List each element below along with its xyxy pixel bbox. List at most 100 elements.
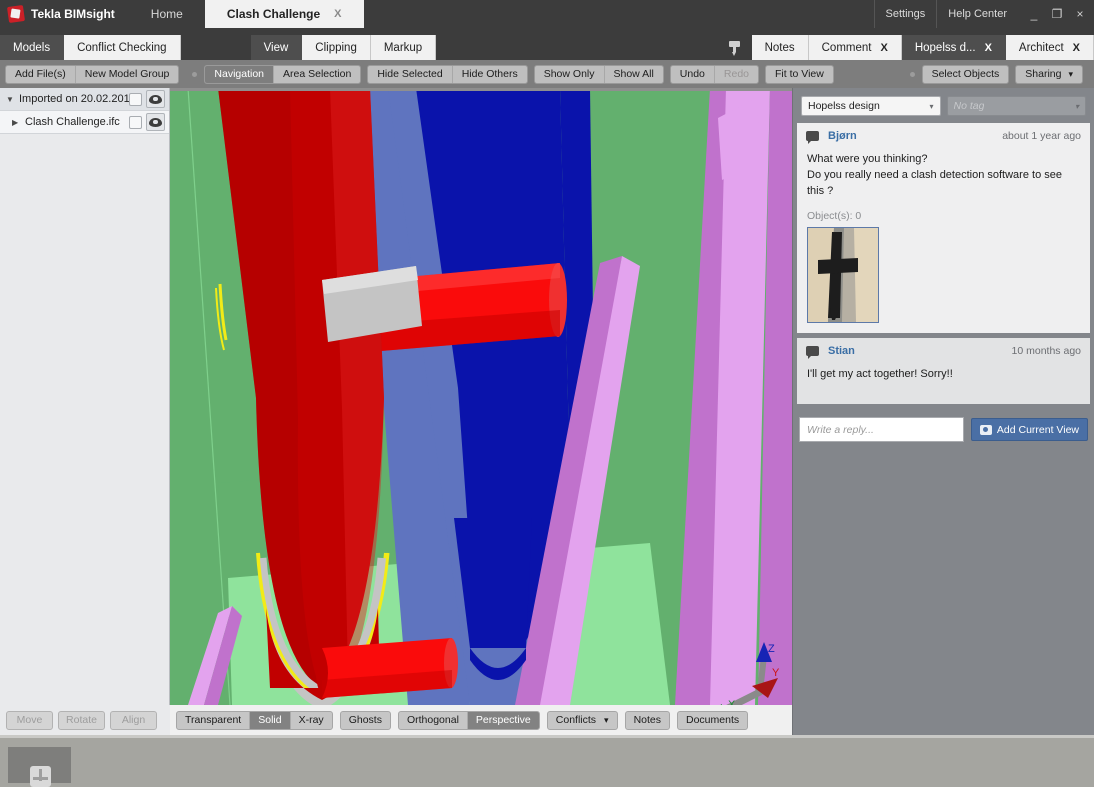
- tab-conflict-checking[interactable]: Conflict Checking: [64, 35, 181, 60]
- window-controls: _ ❐ ×: [1018, 0, 1094, 28]
- tree-item-imported-group[interactable]: ▼ Imported on 20.02.2012: [0, 88, 169, 111]
- perspective-label: Perspective: [475, 714, 531, 726]
- visibility-checkbox[interactable]: [129, 92, 142, 106]
- tab-hopeless-design-label: Hopelss d...: [914, 41, 976, 54]
- show-only-button[interactable]: Show Only: [535, 65, 605, 83]
- undo-button[interactable]: Undo: [671, 65, 715, 83]
- comment-item[interactable]: Stian 10 months ago I'll get my act toge…: [797, 338, 1090, 404]
- orthogonal-label: Orthogonal: [406, 714, 459, 726]
- settings-label: Settings: [885, 8, 926, 20]
- pin-icon: [728, 40, 741, 56]
- documents-button[interactable]: Documents: [678, 712, 747, 729]
- help-center-button[interactable]: Help Center: [936, 0, 1018, 28]
- taskbar-item[interactable]: [8, 747, 71, 787]
- ribbon-left-group: Models Conflict Checking: [0, 28, 181, 60]
- solid-label: Solid: [258, 714, 282, 726]
- tab-markup[interactable]: Markup: [370, 35, 437, 60]
- tag-select-value: No tag: [953, 100, 985, 112]
- xray-button[interactable]: X-ray: [291, 712, 332, 729]
- comment-author[interactable]: Stian: [828, 345, 855, 357]
- show-all-button[interactable]: Show All: [605, 66, 663, 83]
- notes-button[interactable]: Notes: [626, 712, 669, 729]
- taskbar-top-edge: [0, 735, 1094, 738]
- tag-select[interactable]: No tag ▾: [946, 96, 1086, 116]
- hide-selected-button[interactable]: Hide Selected: [368, 65, 453, 83]
- area-selection-button[interactable]: Area Selection: [274, 66, 360, 83]
- close-icon[interactable]: X: [334, 8, 341, 20]
- redo-button: Redo: [715, 66, 758, 83]
- hide-others-label: Hide Others: [461, 68, 518, 80]
- hide-others-button[interactable]: Hide Others: [453, 66, 527, 83]
- tab-architect-label: Architect: [1018, 41, 1064, 54]
- reply-input[interactable]: Write a reply...: [799, 417, 964, 442]
- settings-button[interactable]: Settings: [873, 0, 937, 28]
- redo-label: Redo: [723, 68, 749, 80]
- tab-view-label: View: [263, 41, 289, 54]
- main-toolbar: Add File(s) New Model Group Navigation A…: [0, 60, 1094, 88]
- view-mode-toolbar: Transparent Solid X-ray Ghosts Orthogona…: [170, 705, 792, 735]
- tree-item-label: Clash Challenge.ifc: [25, 116, 120, 128]
- close-icon[interactable]: X: [880, 42, 887, 54]
- eye-icon[interactable]: [146, 90, 165, 108]
- tab-comment[interactable]: Comment X: [808, 35, 902, 60]
- ghosts-label: Ghosts: [348, 714, 382, 726]
- solid-button[interactable]: Solid: [250, 711, 291, 729]
- perspective-button[interactable]: Perspective: [467, 711, 539, 729]
- os-taskbar: [0, 735, 1094, 787]
- new-model-group-button[interactable]: New Model Group: [76, 66, 179, 83]
- close-icon[interactable]: X: [1073, 42, 1080, 54]
- minimize-icon[interactable]: _: [1028, 7, 1040, 21]
- app-icon: [30, 766, 51, 787]
- visibility-checkbox[interactable]: [129, 115, 142, 129]
- comment-snapshot-thumbnail[interactable]: [807, 227, 879, 323]
- move-button: Move: [6, 710, 53, 730]
- window-tab-home[interactable]: Home: [129, 0, 205, 28]
- transparent-button[interactable]: Transparent: [177, 711, 251, 729]
- tab-notes[interactable]: Notes: [751, 35, 809, 60]
- toolbar-group-sharing: Sharing: [1015, 64, 1083, 84]
- pin-panel-button[interactable]: [718, 35, 752, 60]
- documents-label: Documents: [686, 714, 740, 726]
- toolbar-separator-dot: [192, 71, 198, 77]
- eye-icon[interactable]: [146, 113, 165, 131]
- chevron-down-icon[interactable]: ▼: [6, 95, 19, 104]
- viewport-top-edge: [170, 88, 792, 91]
- comment-author[interactable]: Bjørn: [828, 130, 857, 142]
- add-current-view-button[interactable]: Add Current View: [970, 418, 1088, 441]
- select-objects-button[interactable]: Select Objects: [923, 66, 1009, 83]
- close-window-icon[interactable]: ×: [1074, 7, 1086, 21]
- fit-to-view-label: Fit to View: [775, 68, 824, 80]
- tab-models[interactable]: Models: [0, 35, 65, 60]
- topic-select[interactable]: Hopelss design ▾: [801, 96, 941, 116]
- ribbon-tab-bar: Models Conflict Checking View Clipping M…: [0, 28, 1094, 60]
- orthogonal-button[interactable]: Orthogonal: [399, 711, 468, 729]
- fit-to-view-button[interactable]: Fit to View: [766, 66, 833, 83]
- tab-markup-label: Markup: [383, 41, 423, 54]
- toolbar-group-undo: Undo Redo: [669, 64, 759, 84]
- show-all-label: Show All: [613, 68, 654, 80]
- window-tab-clash-challenge[interactable]: Clash Challenge X: [204, 0, 364, 28]
- conflicts-dropdown[interactable]: Conflicts: [548, 712, 617, 729]
- ribbon-right-group: Notes Comment X Hopelss d... X Architect…: [751, 28, 1094, 60]
- 3d-viewport[interactable]: X Z Y: [170, 88, 792, 705]
- render-mode-group: Transparent Solid X-ray: [176, 710, 333, 730]
- ribbon-mid-group: View Clipping Markup: [250, 28, 437, 60]
- tab-architect[interactable]: Architect X: [1005, 35, 1094, 60]
- tab-view[interactable]: View: [250, 35, 303, 60]
- tab-hopeless-design[interactable]: Hopelss d... X: [901, 35, 1006, 60]
- sharing-dropdown[interactable]: Sharing: [1016, 66, 1082, 83]
- tree-item-clash-challenge-ifc[interactable]: ▶ Clash Challenge.ifc: [0, 111, 169, 134]
- ghosts-button[interactable]: Ghosts: [341, 712, 390, 729]
- tab-clipping[interactable]: Clipping: [302, 35, 371, 60]
- rotate-button: Rotate: [58, 710, 105, 730]
- add-files-button[interactable]: Add File(s): [6, 65, 76, 83]
- close-icon[interactable]: X: [985, 42, 992, 54]
- comment-item[interactable]: Bjørn about 1 year ago What were you thi…: [797, 123, 1090, 333]
- navigation-label: Navigation: [214, 68, 265, 80]
- camera-icon: [979, 424, 992, 435]
- chevron-right-icon[interactable]: ▶: [12, 118, 25, 127]
- navigation-button[interactable]: Navigation: [205, 65, 275, 83]
- maximize-icon[interactable]: ❐: [1051, 7, 1063, 21]
- move-label: Move: [16, 714, 43, 726]
- undo-label: Undo: [679, 68, 705, 80]
